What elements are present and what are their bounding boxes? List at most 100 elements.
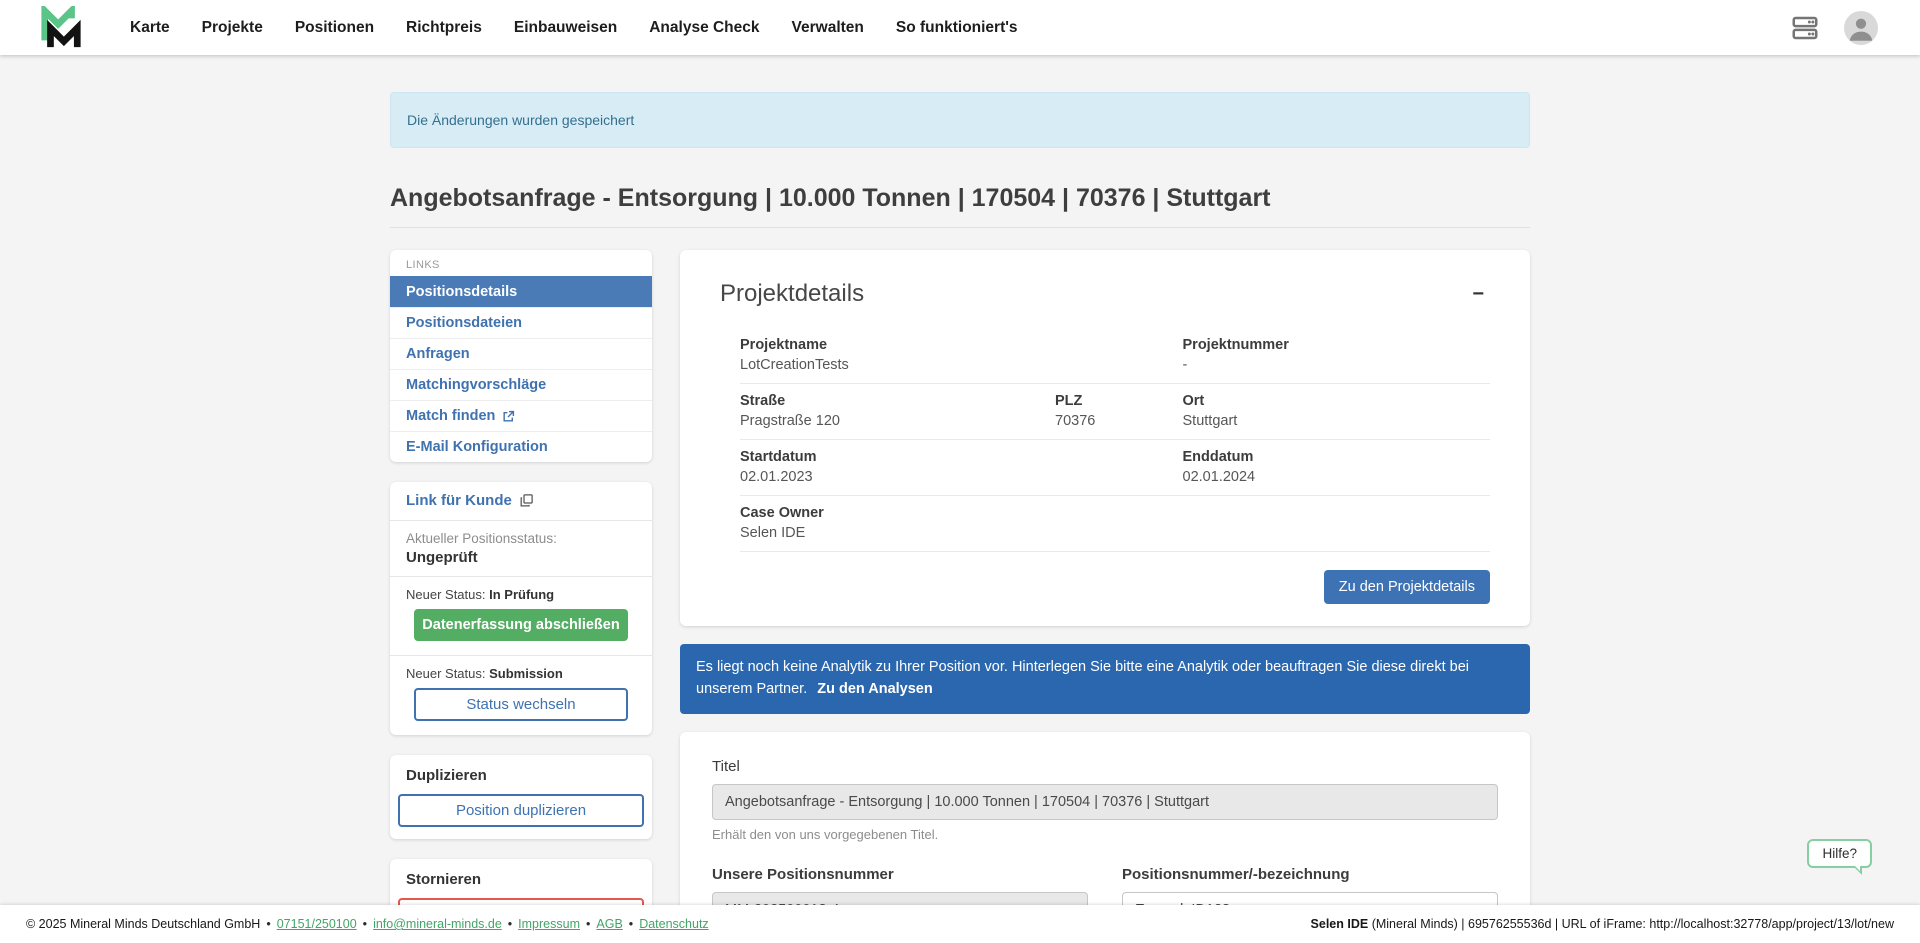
field-label: Startdatum	[740, 449, 1183, 465]
cancel-heading: Stornieren	[398, 871, 644, 892]
our-number-field-group: Unsere Positionsnummer Erhält eine syste…	[712, 866, 1088, 906]
nav-item-karte[interactable]: Karte	[130, 19, 170, 37]
field-strasse: Straße Pragstraße 120	[740, 393, 1055, 429]
help-button[interactable]: Hilfe?	[1807, 839, 1872, 868]
field-value: Stuttgart	[1183, 413, 1491, 429]
footer-agb-link[interactable]: AGB	[596, 917, 622, 931]
footer-phone-link[interactable]: 07151/250100	[277, 917, 357, 931]
sidebar-item-match-finden[interactable]: Match finden	[390, 400, 652, 431]
analytics-banner-text: Es liegt noch keine Analytik zu Ihrer Po…	[696, 659, 1469, 697]
links-card-header: LINKS	[390, 250, 652, 276]
switch-status-button[interactable]: Status wechseln	[414, 688, 628, 721]
field-label: Ort	[1183, 393, 1491, 409]
external-link-icon	[502, 410, 515, 423]
titel-label: Titel	[712, 758, 1498, 775]
our-number-input	[712, 892, 1088, 906]
footer-session-info: Selen IDE (Mineral Minds) | 69576255536d…	[1311, 917, 1894, 931]
project-row-name-number: Projektname LotCreationTests Projektnumm…	[740, 328, 1490, 384]
new-status-line-1: Neuer Status: In Prüfung	[406, 587, 636, 602]
top-navbar: Karte Projekte Positionen Richtpreis Ein…	[0, 0, 1920, 55]
duplicate-heading: Duplizieren	[398, 767, 644, 788]
footer-email-link[interactable]: info@mineral-minds.de	[373, 917, 502, 931]
position-number-label: Positionsnummer/-bezeichnung	[1122, 866, 1498, 883]
footer-impressum-link[interactable]: Impressum	[518, 917, 580, 931]
sidebar-item-label: Matchingvorschläge	[406, 377, 546, 393]
footer-separator: •	[266, 917, 270, 931]
duplicate-position-button[interactable]: Position duplizieren	[398, 794, 644, 827]
field-projektname: Projektname LotCreationTests	[740, 337, 1183, 373]
footer-left: © 2025 Mineral Minds Deutschland GmbH • …	[26, 917, 709, 931]
field-value: 70376	[1055, 413, 1183, 429]
page-title: Angebotsanfrage - Entsorgung | 10.000 To…	[390, 184, 1530, 228]
field-enddatum: Enddatum 02.01.2024	[1183, 449, 1491, 485]
field-case-owner: Case Owner Selen IDE	[740, 505, 1490, 541]
project-row-address: Straße Pragstraße 120 PLZ 70376 Ort Stut…	[740, 384, 1490, 440]
nav-item-verwalten[interactable]: Verwalten	[792, 19, 864, 37]
user-avatar-icon[interactable]	[1844, 11, 1878, 45]
field-label: Projektnummer	[1183, 337, 1491, 353]
copy-icon	[519, 493, 534, 508]
sidebar-item-positionsdateien[interactable]: Positionsdateien	[390, 307, 652, 338]
sidebar-item-label: Positionsdetails	[406, 284, 517, 300]
position-number-field-group: Positionsnummer/-bezeichnung Z.B. Intern…	[1122, 866, 1498, 906]
links-card: LINKS Positionsdetails Positionsdateien …	[390, 250, 652, 462]
nav-item-so-funktionierts[interactable]: So funktioniert's	[896, 19, 1018, 37]
our-number-label: Unsere Positionsnummer	[712, 866, 1088, 883]
footer-separator: •	[363, 917, 367, 931]
field-value: Selen IDE	[740, 525, 1490, 541]
field-label: Enddatum	[1183, 449, 1491, 465]
analytics-banner: Es liegt noch keine Analytik zu Ihrer Po…	[680, 644, 1530, 714]
new-status-line-2: Neuer Status: Submission	[406, 666, 636, 681]
cancel-dropdown-button[interactable]: Stornieren▼	[398, 898, 644, 905]
field-value: Pragstraße 120	[740, 413, 1055, 429]
field-value: 02.01.2024	[1183, 469, 1491, 485]
field-startdatum: Startdatum 02.01.2023	[740, 449, 1183, 485]
sidebar-item-anfragen[interactable]: Anfragen	[390, 338, 652, 369]
sidebar-item-label: Match finden	[406, 408, 495, 424]
field-label: Straße	[740, 393, 1055, 409]
main-column: Projektdetails − Projektname LotCreation…	[680, 250, 1530, 905]
current-status-value: Ungeprüft	[406, 549, 636, 566]
sidebar-item-email-konfiguration[interactable]: E-Mail Konfiguration	[390, 431, 652, 462]
sidebar-item-matchingvorschlaege[interactable]: Matchingvorschläge	[390, 369, 652, 400]
server-dns-icon[interactable]	[1790, 13, 1820, 43]
nav-item-positionen[interactable]: Positionen	[295, 19, 374, 37]
collapse-minus-icon[interactable]: −	[1466, 284, 1490, 304]
footer-datenschutz-link[interactable]: Datenschutz	[639, 917, 708, 931]
titel-helper: Erhält den von uns vorgegebenen Titel.	[712, 827, 1498, 842]
field-ort: Ort Stuttgart	[1183, 393, 1491, 429]
footer-user-name: Selen IDE	[1311, 917, 1369, 931]
nav-item-richtpreis[interactable]: Richtpreis	[406, 19, 482, 37]
position-number-input[interactable]	[1122, 892, 1498, 906]
main-content-area: Die Änderungen wurden gespeichert Angebo…	[0, 55, 1920, 905]
footer-session-details: (Mineral Minds) | 69576255536d | URL of …	[1368, 917, 1894, 931]
navbar-right	[1790, 11, 1890, 45]
go-to-project-details-button[interactable]: Zu den Projektdetails	[1324, 570, 1490, 604]
go-to-analyses-link[interactable]: Zu den Analysen	[817, 681, 932, 697]
project-row-dates: Startdatum 02.01.2023 Enddatum 02.01.202…	[740, 440, 1490, 496]
finish-data-entry-button[interactable]: Datenerfassung abschließen	[414, 609, 628, 641]
field-value: LotCreationTests	[740, 357, 1183, 373]
sidebar-item-label: Positionsdateien	[406, 315, 522, 331]
field-value: -	[1183, 357, 1491, 373]
cancel-card: Stornieren Stornieren▼	[390, 859, 652, 905]
nav-item-einbauweisen[interactable]: Einbauweisen	[514, 19, 617, 37]
nav-item-analyse-check[interactable]: Analyse Check	[649, 19, 759, 37]
footer-copyright: © 2025 Mineral Minds Deutschland GmbH	[26, 917, 260, 931]
customer-link-label: Link für Kunde	[406, 492, 512, 509]
mineral-minds-logo-icon[interactable]	[38, 6, 84, 50]
project-details-heading: Projektdetails	[720, 280, 864, 308]
field-value: 02.01.2023	[740, 469, 1183, 485]
customer-link[interactable]: Link für Kunde	[406, 492, 534, 509]
footer-separator: •	[586, 917, 590, 931]
field-projektnummer: Projektnummer -	[1183, 337, 1491, 373]
sidebar-item-positionsdetails[interactable]: Positionsdetails	[390, 276, 652, 307]
nav-item-projekte[interactable]: Projekte	[202, 19, 263, 37]
footer: © 2025 Mineral Minds Deutschland GmbH • …	[0, 905, 1920, 943]
sidebar-item-label: Anfragen	[406, 346, 470, 362]
field-label: Projektname	[740, 337, 1183, 353]
field-plz: PLZ 70376	[1055, 393, 1183, 429]
new-status-label: Neuer Status:	[406, 666, 486, 681]
current-status-label: Aktueller Positionsstatus:	[406, 531, 636, 546]
success-alert: Die Änderungen wurden gespeichert	[390, 92, 1530, 148]
